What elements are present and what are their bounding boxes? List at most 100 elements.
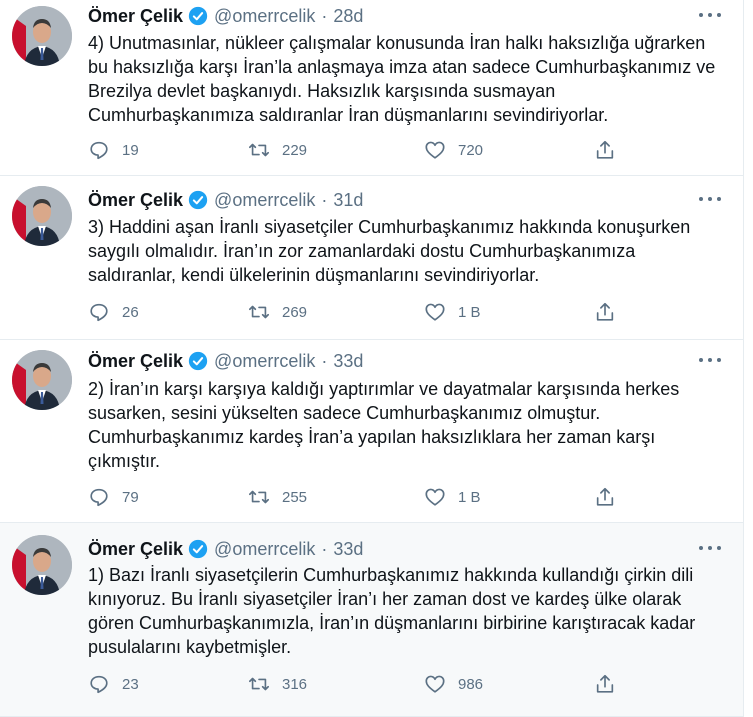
- author-name[interactable]: Ömer Çelik: [88, 6, 183, 27]
- reply-icon: [90, 141, 108, 160]
- retweet-button[interactable]: 255: [248, 485, 307, 509]
- reply-count: 19: [122, 141, 139, 159]
- retweet-button[interactable]: 316: [248, 672, 307, 696]
- separator-dot: ·: [321, 538, 328, 559]
- tweet-text-line: bu haksızlığa karşı İran’la anlaşmaya im…: [88, 57, 716, 77]
- share-button[interactable]: [594, 300, 616, 324]
- reply-button[interactable]: 19: [88, 138, 139, 162]
- retweet-icon: [249, 305, 269, 319]
- tweet-text-line: 4) Unutmasınlar, nükleer çalışmalar konu…: [88, 33, 706, 53]
- reply-count: 23: [122, 675, 139, 693]
- retweet-count: 316: [282, 675, 308, 693]
- reply-icon: [90, 675, 108, 694]
- author-handle[interactable]: @omerrcelik: [214, 351, 315, 372]
- retweet-count: 255: [282, 488, 308, 506]
- retweet-count: 229: [282, 141, 308, 159]
- reply-button[interactable]: 23: [88, 672, 139, 696]
- retweet-button[interactable]: 269: [248, 300, 307, 324]
- tweet[interactable]: Ömer Çelik @omerrcelik · 33d 2) İran’ın …: [0, 340, 743, 523]
- tweet-text-line: Cumhurbaşkanımız kardeş İran’a yapılan h…: [88, 427, 656, 447]
- retweet-button[interactable]: 229: [248, 138, 307, 162]
- avatar[interactable]: [12, 186, 72, 246]
- tweet-time[interactable]: 28d: [333, 6, 363, 27]
- tweet-text: 3) Haddini aşan İranlı siyasetçiler Cumh…: [88, 215, 728, 287]
- tweet-text-line: Cumhurbaşkanımıza saldıranlar İran düşma…: [88, 105, 609, 125]
- tweet-text-line: kınıyoruz. Bu İranlı siyasetçiler İran’ı…: [88, 589, 682, 609]
- like-button[interactable]: 720: [424, 138, 483, 162]
- tweet-actions: 26 269 1 B: [88, 300, 648, 324]
- heart-icon: [425, 141, 445, 159]
- like-button[interactable]: 986: [424, 672, 483, 696]
- reply-count: 26: [122, 303, 139, 321]
- share-icon: [596, 302, 614, 321]
- retweet-count: 269: [282, 303, 308, 321]
- tweet-text-line: Brezilya devlet başkanıydı. Haksızlık ka…: [88, 81, 556, 101]
- reply-button[interactable]: 26: [88, 300, 139, 324]
- tweet-text-line: 2) İran’ın karşı karşıya kaldığı yaptırı…: [88, 379, 680, 399]
- tweet-time[interactable]: 33d: [333, 539, 363, 560]
- avatar[interactable]: [12, 535, 72, 595]
- share-icon: [596, 674, 614, 693]
- like-button[interactable]: 1 B: [424, 485, 481, 509]
- reply-icon: [90, 303, 108, 322]
- more-icon[interactable]: [699, 192, 721, 206]
- like-count: 720: [458, 141, 484, 159]
- more-icon[interactable]: [699, 8, 721, 22]
- tweet-text: 1) Bazı İranlı siyasetçilerin Cumhurbaşk…: [88, 563, 728, 659]
- tweet-text: 4) Unutmasınlar, nükleer çalışmalar konu…: [88, 31, 728, 127]
- tweet-timeline: Ömer Çelik @omerrcelik · 28d 4) Unutması…: [0, 0, 744, 717]
- tweet-text-line: susarken, sesini yükselten sadece Cumhur…: [88, 403, 601, 423]
- more-icon[interactable]: [699, 353, 721, 367]
- avatar[interactable]: [12, 350, 72, 410]
- tweet-text-line: gören Cumhurbaşkanımızla, İran’ın düşman…: [88, 613, 696, 633]
- share-icon: [596, 487, 614, 506]
- tweet-text-line: 1) Bazı İranlı siyasetçilerin Cumhurbaşk…: [88, 565, 694, 585]
- verified-badge-icon: [188, 190, 208, 210]
- separator-dot: ·: [321, 5, 328, 26]
- avatar[interactable]: [12, 6, 72, 66]
- separator-dot: ·: [321, 189, 328, 210]
- share-icon: [596, 140, 614, 159]
- tweet-text-line: pusulalarını kaybetmişler.: [88, 637, 292, 657]
- tweet[interactable]: Ömer Çelik @omerrcelik · 31d 3) Haddini …: [0, 176, 743, 340]
- author-name[interactable]: Ömer Çelik: [88, 351, 183, 372]
- heart-icon: [425, 303, 445, 321]
- share-button[interactable]: [594, 485, 616, 509]
- tweet-actions: 79 255 1 B: [88, 485, 648, 509]
- verified-badge-icon: [188, 6, 208, 26]
- share-button[interactable]: [594, 138, 616, 162]
- separator-dot: ·: [321, 350, 328, 371]
- like-count: 1 B: [458, 303, 481, 321]
- more-icon[interactable]: [699, 541, 721, 555]
- reply-icon: [90, 488, 108, 507]
- heart-icon: [425, 675, 445, 693]
- tweet-text: 2) İran’ın karşı karşıya kaldığı yaptırı…: [88, 377, 728, 473]
- verified-badge-icon: [188, 351, 208, 371]
- tweet-actions: 23 316 986: [88, 672, 648, 696]
- reply-count: 79: [122, 488, 139, 506]
- author-name[interactable]: Ömer Çelik: [88, 190, 183, 211]
- retweet-icon: [249, 677, 269, 691]
- tweet-time[interactable]: 31d: [333, 190, 363, 211]
- verified-badge-icon: [188, 539, 208, 559]
- author-handle[interactable]: @omerrcelik: [214, 6, 315, 27]
- like-count: 986: [458, 675, 484, 693]
- tweet-text-line: saygılı olmalıdır. İran’ın zor zamanlard…: [88, 241, 636, 261]
- author-name[interactable]: Ömer Çelik: [88, 539, 183, 560]
- tweet-time[interactable]: 33d: [333, 351, 363, 372]
- author-handle[interactable]: @omerrcelik: [214, 190, 315, 211]
- author-handle[interactable]: @omerrcelik: [214, 539, 315, 560]
- tweet-text-line: saldıranlar, kendi ülkelerinin düşmanlar…: [88, 265, 540, 285]
- tweet[interactable]: Ömer Çelik @omerrcelik · 33d 1) Bazı İra…: [0, 523, 743, 717]
- like-count: 1 B: [458, 488, 481, 506]
- tweet-text-line: çıkmıştır.: [88, 451, 160, 471]
- retweet-icon: [249, 143, 269, 157]
- heart-icon: [425, 488, 445, 506]
- like-button[interactable]: 1 B: [424, 300, 481, 324]
- retweet-icon: [249, 490, 269, 504]
- share-button[interactable]: [594, 672, 616, 696]
- tweet-text-line: 3) Haddini aşan İranlı siyasetçiler Cumh…: [88, 217, 691, 237]
- reply-button[interactable]: 79: [88, 485, 139, 509]
- tweet-actions: 19 229 720: [88, 138, 648, 162]
- tweet[interactable]: Ömer Çelik @omerrcelik · 28d 4) Unutması…: [0, 0, 743, 176]
